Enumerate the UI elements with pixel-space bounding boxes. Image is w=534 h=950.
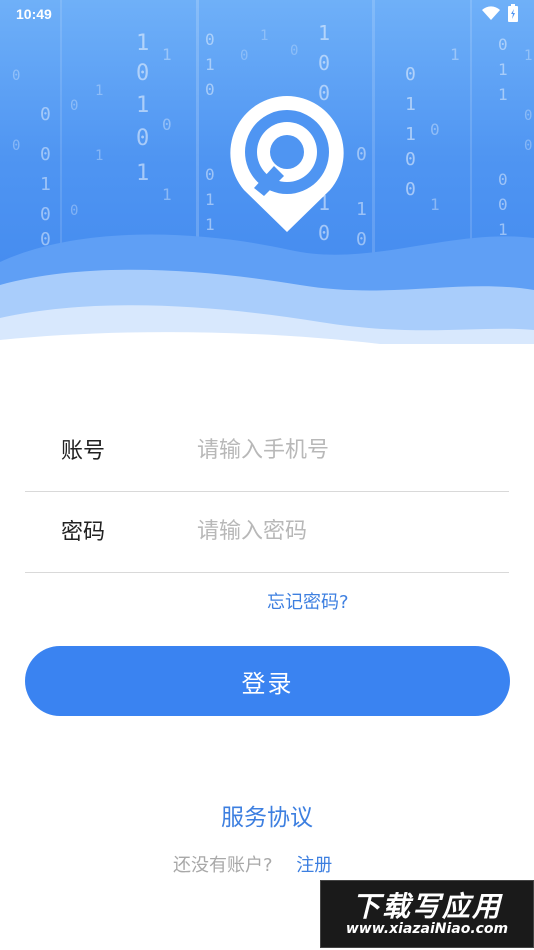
wave-decoration [0,234,534,350]
forgot-password-link[interactable]: 忘记密码? [267,588,349,614]
password-input[interactable] [195,510,499,552]
register-prompt: 还没有账户? 注册 [173,851,332,877]
register-link[interactable]: 注册 [296,855,332,876]
account-label: 账号 [61,439,106,464]
watermark-url: www.xiazaiNiao.com [345,921,509,937]
wifi-icon [482,6,500,20]
phone-input[interactable] [195,429,499,471]
password-row: 密码 [25,492,509,573]
status-bar: 10:49 [0,0,534,28]
login-button[interactable]: 登录 [25,646,510,716]
hero-banner: 001 00 000 011 101 01 101 010 011 010 1 … [0,0,534,350]
no-account-text: 还没有账户? [173,855,273,876]
battery-icon [508,4,518,22]
service-agreement-link[interactable]: 服务协议 [0,798,534,832]
watermark-logo: 下载写应用 www.xiazaiNiao.com [320,880,534,948]
password-label: 密码 [61,520,106,545]
watermark-title: 下载写应用 [351,890,502,923]
account-row: 账号 [25,411,509,492]
status-time: 10:49 [16,6,52,22]
